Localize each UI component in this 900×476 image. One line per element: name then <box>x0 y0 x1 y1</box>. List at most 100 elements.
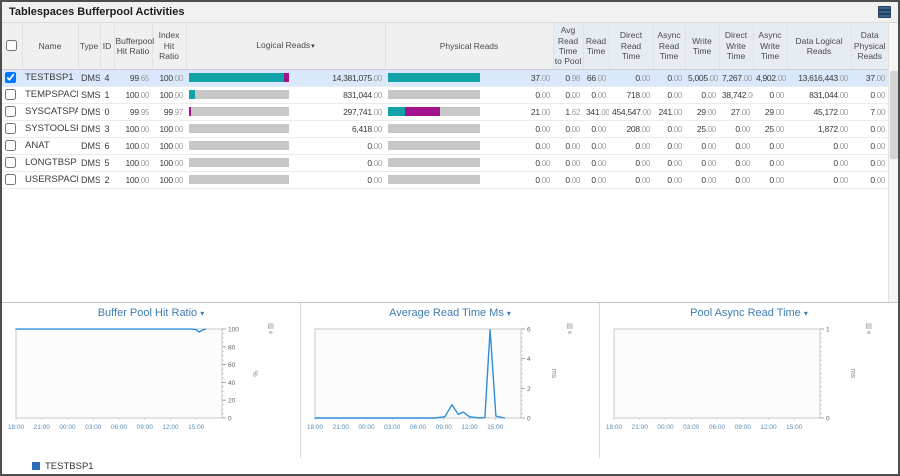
row-checkbox[interactable] <box>5 174 16 185</box>
cell-type: DMS <box>78 120 100 137</box>
scrollbar-thumb[interactable] <box>890 71 898 159</box>
cell-data-physical-reads: 0.00 <box>851 171 888 188</box>
chart-title-dropdown[interactable]: Average Read Time Ms ▾ <box>301 307 599 322</box>
physical-reads-bar-cell: 0.00 <box>388 141 550 151</box>
chart-legend: TESTBSP1 <box>2 458 898 474</box>
svg-text:80: 80 <box>228 344 236 351</box>
bar-magenta-segment <box>284 73 289 82</box>
cell-name: TEMPSPACE1 <box>22 86 78 103</box>
panel-menu-icon[interactable] <box>878 6 891 18</box>
cell-avg-read-time-to-pool: 0.00 <box>553 86 583 103</box>
column-header-async-read-time[interactable]: Async Read Time <box>653 23 685 69</box>
cell-index-hit-ratio: 100.00 <box>152 154 186 171</box>
cell-value: 0.00 <box>735 158 750 168</box>
cell-direct-read-time: 0.00 <box>609 154 653 171</box>
column-header-async-write-time[interactable]: Async Write Time <box>753 23 787 69</box>
row-checkbox[interactable] <box>5 123 16 134</box>
column-header-direct-read-time[interactable]: Direct Read Time <box>609 23 653 69</box>
cell-value: 4,902.00 <box>756 73 786 83</box>
table-row[interactable]: SYSTOOLSPACEDMS3100.00100.006,418.000.00… <box>2 120 888 137</box>
cell-value: 0.00 <box>667 141 682 151</box>
row-checkbox[interactable] <box>5 72 16 83</box>
cell-read-time: 0.00 <box>583 137 609 154</box>
cell-value: 14,381,075.00 <box>332 73 382 83</box>
app-window: Tablespaces Bufferpool Activities NameTy… <box>0 0 900 476</box>
grid-icon: ▤ <box>267 323 274 330</box>
row-checkbox[interactable] <box>5 106 16 117</box>
table-row[interactable]: TESTBSP1DMS499.65100.0014,381,075.0037.0… <box>2 69 888 86</box>
cell-value: 0.00 <box>870 90 885 100</box>
cell-direct-read-time: 0.00 <box>609 137 653 154</box>
table-row[interactable]: SYSCATSPACEDMS099.9599.97297,741.0021.00… <box>2 103 888 120</box>
cell-index-hit-ratio: 99.97 <box>152 103 186 120</box>
column-header-write-time[interactable]: Write Time <box>685 23 719 69</box>
cell-direct-read-time: 208.00 <box>609 120 653 137</box>
page-title: Tablespaces Bufferpool Activities <box>9 6 184 18</box>
cell-async-write-time: 0.00 <box>753 137 787 154</box>
charts-row: Buffer Pool Hit Ratio ▾ ▤ ≡ 020406080100… <box>2 303 898 458</box>
select-all-checkbox[interactable] <box>6 40 17 51</box>
bar-value: 14,381,075.00 <box>293 73 382 83</box>
physical-reads-bar <box>388 73 480 82</box>
column-header-read-time[interactable]: Read Time <box>583 23 609 69</box>
chart-menu-icon[interactable]: ▤ ≡ <box>566 323 573 337</box>
legend-color-swatch <box>32 462 40 470</box>
column-header-id[interactable]: ID <box>100 23 114 69</box>
table-row[interactable]: LONGTBSPDMS5100.00100.000.000.000.000.00… <box>2 154 888 171</box>
cell-bp-hit-ratio: 100.00 <box>114 154 152 171</box>
cell-value: 100.00 <box>125 124 149 134</box>
logical-reads-bar <box>189 90 289 99</box>
cell-value: 99.65 <box>130 73 149 83</box>
physical-reads-bar-cell: 0.00 <box>388 90 550 100</box>
cell-index-hit-ratio: 100.00 <box>152 120 186 137</box>
svg-text:6: 6 <box>527 327 531 334</box>
table-row[interactable]: TEMPSPACE1SMS1100.00100.00831,044.000.00… <box>2 86 888 103</box>
svg-text:ms: ms <box>550 369 557 379</box>
row-checkbox[interactable] <box>5 140 16 151</box>
svg-text:06:00: 06:00 <box>410 424 427 431</box>
chart-menu-icon[interactable]: ▤ ≡ <box>267 323 274 337</box>
column-header-avg-read-time-to-pool[interactable]: Avg Read Time to Pool <box>553 23 583 69</box>
cell-value: 831,044.00 <box>809 90 848 100</box>
cell-async-read-time: 0.00 <box>653 171 685 188</box>
column-header-type[interactable]: Type <box>78 23 100 69</box>
row-checkbox[interactable] <box>5 157 16 168</box>
chart-menu-icon[interactable]: ▤ ≡ <box>865 323 872 337</box>
table-row[interactable]: ANATDMS6100.00100.000.000.000.000.000.00… <box>2 137 888 154</box>
cell-bp-hit-ratio: 100.00 <box>114 171 152 188</box>
bar-value: 0.00 <box>484 124 550 134</box>
column-header-index-hit-ratio[interactable]: Index Hit Ratio <box>152 23 186 69</box>
cell-checkbox <box>2 69 22 86</box>
cell-checkbox <box>2 86 22 103</box>
column-header-bufferpool-hit-ratio[interactable]: Bufferpool Hit Ratio <box>114 23 152 69</box>
chart-title-dropdown[interactable]: Buffer Pool Hit Ratio ▾ <box>2 307 300 322</box>
cell-value: 0.00 <box>833 158 848 168</box>
cell-value: 29.00 <box>765 107 784 117</box>
cell-logical-reads: 831,044.00 <box>186 86 385 103</box>
cell-async-write-time: 0.00 <box>753 86 787 103</box>
cell-value: 0.00 <box>535 90 550 100</box>
svg-text:09:00: 09:00 <box>735 424 752 431</box>
cell-physical-reads: 0.00 <box>385 171 553 188</box>
cell-bp-hit-ratio: 99.65 <box>114 69 152 86</box>
cell-bp-hit-ratio: 99.95 <box>114 103 152 120</box>
table-row[interactable]: USERSPACE1DMS2100.00100.000.000.000.000.… <box>2 171 888 188</box>
cell-value: 0.00 <box>735 175 750 185</box>
column-header-logical-reads[interactable]: Logical Reads▾ <box>186 23 385 69</box>
column-header-data-logical-reads[interactable]: Data Logical Reads <box>787 23 851 69</box>
select-all-header[interactable] <box>2 23 22 69</box>
chart-title-dropdown[interactable]: Pool Async Read Time ▾ <box>600 307 898 322</box>
cell-data-physical-reads: 0.00 <box>851 86 888 103</box>
column-header-direct-write-time[interactable]: Direct Write Time <box>719 23 753 69</box>
cell-value: 13,616,443.00 <box>798 73 848 83</box>
cell-id: 5 <box>100 154 114 171</box>
column-header-data-physical-reads[interactable]: Data Physical Reads <box>851 23 888 69</box>
row-checkbox[interactable] <box>5 89 16 100</box>
column-header-physical-reads[interactable]: Physical Reads <box>385 23 553 69</box>
vertical-scrollbar[interactable] <box>888 23 898 302</box>
cell-read-time: 0.00 <box>583 120 609 137</box>
column-header-name[interactable]: Name <box>22 23 78 69</box>
cell-value: 0.00 <box>535 175 550 185</box>
logical-reads-bar-cell: 831,044.00 <box>189 90 382 100</box>
cell-value: 25.00 <box>697 124 716 134</box>
